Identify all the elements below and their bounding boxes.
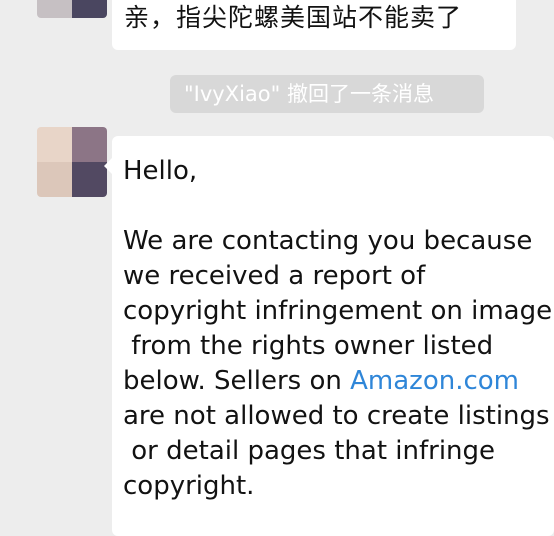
top-avatar-block-4: [72, 0, 107, 18]
sender-avatar-block-1: [37, 127, 72, 162]
recall-notice-name: "IvyXiao": [184, 82, 281, 106]
recall-notice: "IvyXiao" 撤回了一条消息: [170, 75, 484, 113]
sender-avatar[interactable]: [37, 127, 107, 197]
sender-avatar-block-4: [72, 162, 107, 197]
top-message-text: 亲，指尖陀螺美国站不能卖了: [124, 3, 463, 32]
message-line-7: are not allowed to create listings: [123, 401, 550, 431]
message-line-5: from the rights owner listed: [123, 331, 494, 361]
message-line-4: copyright infringement on image: [123, 296, 553, 326]
message-line-8: or detail pages that infringe: [123, 436, 496, 466]
sender-avatar-block-3: [37, 162, 72, 197]
message-line-3: we received a report of: [123, 261, 426, 291]
top-message-bubble[interactable]: 亲，指尖陀螺美国站不能卖了: [112, 0, 516, 50]
amazon-link[interactable]: Amazon.com: [350, 366, 519, 396]
message-greeting: Hello,: [123, 156, 198, 186]
message-line-9: copyright.: [123, 471, 255, 501]
sender-avatar-block-2: [72, 127, 107, 162]
top-avatar[interactable]: [37, 0, 107, 18]
message-line-6-prefix: below. Sellers on: [123, 366, 351, 396]
main-message-text: Hello, We are contacting you because we …: [123, 154, 553, 504]
message-line-2: We are contacting you because: [123, 226, 533, 256]
top-avatar-block-3: [37, 0, 72, 18]
message-spacer: [123, 189, 543, 224]
recall-notice-action: 撤回了一条消息: [287, 82, 434, 106]
message-line-6: below. Sellers on Amazon.com: [123, 364, 543, 399]
